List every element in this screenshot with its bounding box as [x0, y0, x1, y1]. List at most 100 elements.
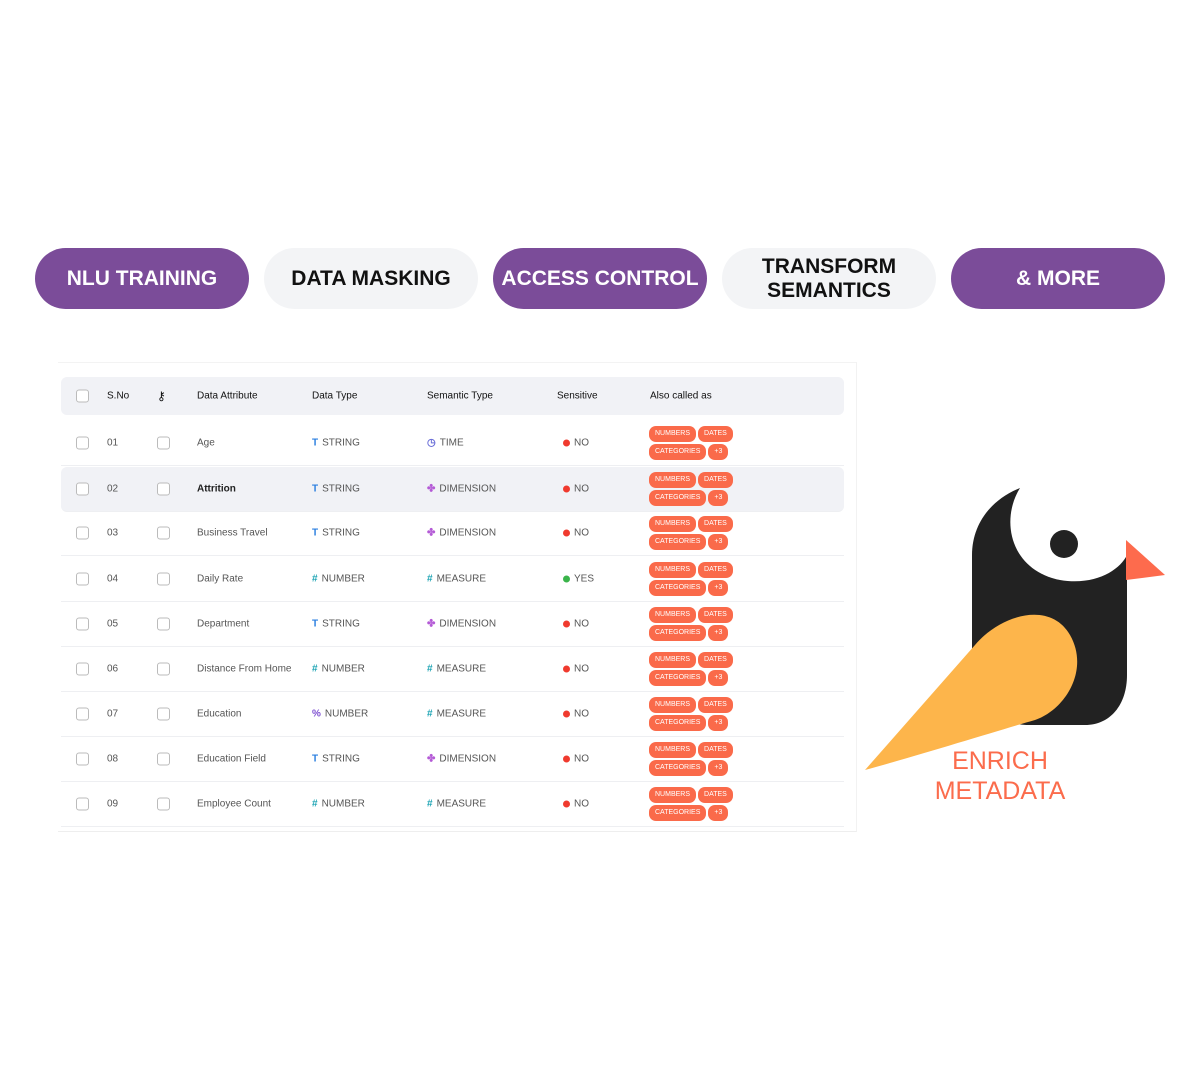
bird-eye-icon — [1050, 530, 1078, 558]
row-tags: NUMBERS DATES CATEGORIES +3 — [648, 651, 758, 687]
key-icon: ⚷ — [157, 389, 166, 403]
alias-tag[interactable]: +3 — [708, 534, 729, 550]
row-semantic-type: TIME — [439, 437, 464, 449]
alias-tag[interactable]: CATEGORIES — [649, 760, 707, 776]
logo-caption-line2: METADATA — [934, 777, 1066, 805]
alias-tag[interactable]: DATES — [698, 516, 733, 532]
alias-tag[interactable]: DATES — [698, 426, 733, 442]
table-row[interactable]: 06 Distance From Home # NUMBER # MEASURE N… — [61, 647, 844, 692]
row-checkbox[interactable] — [76, 436, 89, 450]
table-row[interactable]: 01 Age T STRING ◷ TIME NO NUMBERS DATES CATE… — [61, 421, 844, 466]
row-checkbox[interactable] — [76, 707, 89, 721]
key-checkbox[interactable] — [157, 572, 170, 586]
key-checkbox[interactable] — [157, 797, 170, 811]
alias-tag[interactable]: CATEGORIES — [649, 580, 707, 596]
alias-tag[interactable]: NUMBERS — [649, 697, 697, 713]
key-checkbox[interactable] — [157, 752, 170, 766]
alias-tag[interactable]: DATES — [698, 472, 733, 488]
row-attribute: Distance From Home — [197, 663, 292, 675]
alias-tag[interactable]: +3 — [708, 490, 729, 506]
alias-tag[interactable]: NUMBERS — [649, 426, 697, 442]
row-sensitive: NO — [574, 663, 589, 675]
row-checkbox[interactable] — [76, 526, 89, 540]
row-data-type: NUMBER — [321, 663, 365, 675]
key-checkbox[interactable] — [157, 617, 170, 631]
alias-tag[interactable]: NUMBERS — [649, 562, 697, 578]
row-data-type: NUMBER — [324, 708, 369, 720]
table-row[interactable]: 04 Daily Rate # NUMBER # MEASURE YES NUMBE… — [61, 557, 844, 602]
feature-pill-transform-semantics[interactable]: TRANSFORM SEMANTICS — [722, 248, 936, 309]
feature-pill-access-control[interactable]: ACCESS CONTROL — [493, 248, 707, 309]
logo-caption: ENRICH METADATA — [900, 746, 1100, 806]
alias-tag[interactable]: CATEGORIES — [649, 670, 707, 686]
row-checkbox[interactable] — [76, 617, 89, 631]
number-icon: # — [312, 573, 318, 585]
sensitive-dot-icon — [563, 665, 570, 673]
sensitive-dot-icon — [563, 620, 570, 628]
alias-tag[interactable]: CATEGORIES — [649, 805, 707, 821]
key-checkbox[interactable] — [157, 662, 170, 676]
row-checkbox[interactable] — [76, 482, 89, 496]
alias-tag[interactable]: CATEGORIES — [649, 715, 707, 731]
row-sensitive: NO — [574, 437, 589, 449]
alias-tag[interactable]: DATES — [698, 787, 733, 803]
alias-tag[interactable]: DATES — [698, 607, 733, 623]
sensitive-dot-icon — [563, 800, 570, 808]
feature-pill-data-masking[interactable]: DATA MASKING — [264, 248, 478, 309]
alias-tag[interactable]: DATES — [698, 652, 733, 668]
row-checkbox[interactable] — [76, 797, 89, 811]
alias-tag[interactable]: +3 — [708, 444, 729, 460]
row-attribute: Education Field — [197, 753, 266, 765]
alias-tag[interactable]: NUMBERS — [649, 787, 697, 803]
table-row[interactable]: 05 Department T STRING ✤ DIMENSION NO NUMB… — [61, 602, 844, 647]
row-semantic-type: MEASURE — [436, 798, 487, 810]
feature-pill-nlu-training[interactable]: NLU TRAINING — [35, 248, 249, 309]
alias-tag[interactable]: +3 — [708, 670, 729, 686]
row-sensitive: NO — [574, 753, 589, 765]
alias-tag[interactable]: DATES — [698, 562, 733, 578]
alias-tag[interactable]: NUMBERS — [649, 652, 697, 668]
row-semantic-type: MEASURE — [436, 708, 487, 720]
table-row[interactable]: 09 Employee Count # NUMBER # MEASURE NO NU… — [61, 782, 844, 827]
dimension-icon: ✤ — [427, 618, 436, 630]
measure-icon: # — [427, 798, 433, 810]
feature-pill-more[interactable]: & MORE — [951, 248, 1165, 309]
select-all-checkbox[interactable] — [76, 389, 89, 403]
alias-tag[interactable]: +3 — [708, 715, 729, 731]
alias-tag[interactable]: +3 — [708, 625, 729, 641]
alias-tag[interactable]: NUMBERS — [649, 516, 697, 532]
row-checkbox[interactable] — [76, 662, 89, 676]
sensitive-dot-icon — [563, 529, 570, 537]
row-checkbox[interactable] — [76, 752, 89, 766]
alias-tag[interactable]: +3 — [708, 805, 729, 821]
row-tags: NUMBERS DATES CATEGORIES +3 — [648, 471, 758, 507]
alias-tag[interactable]: +3 — [708, 580, 729, 596]
alias-tag[interactable]: NUMBERS — [649, 742, 697, 758]
row-data-type: STRING — [322, 618, 360, 630]
key-checkbox[interactable] — [157, 436, 170, 450]
alias-tag[interactable]: DATES — [698, 697, 733, 713]
alias-tag[interactable]: CATEGORIES — [649, 444, 707, 460]
alias-tag[interactable]: NUMBERS — [649, 607, 697, 623]
alias-tag[interactable]: NUMBERS — [649, 472, 697, 488]
alias-tag[interactable]: CATEGORIES — [649, 534, 707, 550]
key-checkbox[interactable] — [157, 707, 170, 721]
row-sno: 06 — [107, 663, 119, 675]
clock-icon: ◷ — [427, 437, 436, 449]
table-row[interactable]: 07 Education % NUMBER # MEASURE NO NUMBERS… — [61, 692, 844, 737]
row-attribute: Business Travel — [197, 527, 268, 539]
table-row[interactable]: 08 Education Field T STRING ✤ DIMENSION NO… — [61, 737, 844, 782]
alias-tag[interactable]: DATES — [698, 742, 733, 758]
row-attribute: Employee Count — [197, 798, 271, 810]
alias-tag[interactable]: CATEGORIES — [649, 490, 707, 506]
sensitive-dot-icon — [563, 710, 570, 718]
table-row[interactable]: 02 Attrition T STRING ✤ DIMENSION NO NUMBE… — [61, 467, 844, 512]
sensitive-dot-icon — [563, 439, 570, 447]
key-checkbox[interactable] — [157, 526, 170, 540]
string-icon: T — [312, 618, 319, 630]
row-checkbox[interactable] — [76, 572, 89, 586]
key-checkbox[interactable] — [157, 482, 170, 496]
table-row[interactable]: 03 Business Travel T STRING ✤ DIMENSION NO… — [61, 511, 844, 556]
alias-tag[interactable]: +3 — [708, 760, 729, 776]
alias-tag[interactable]: CATEGORIES — [649, 625, 707, 641]
